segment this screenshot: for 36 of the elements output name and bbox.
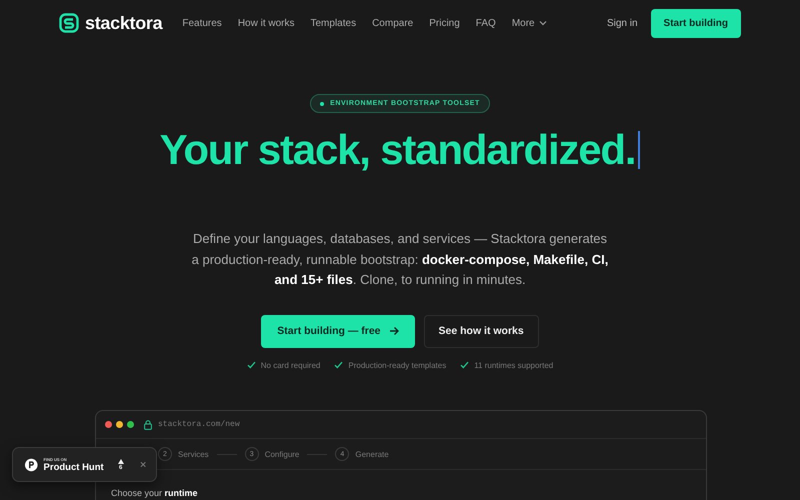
nav-link[interactable]: Features — [182, 18, 222, 28]
check-icon — [334, 361, 344, 369]
nav-link[interactable]: Pricing — [429, 18, 460, 28]
headline: Your stack, standardized. — [160, 125, 636, 175]
check-icon — [246, 361, 256, 369]
primary-button[interactable]: Start building — free — [261, 314, 415, 348]
nav-link[interactable]: Compare — [372, 18, 414, 28]
step-label[interactable]: Generate — [355, 450, 389, 458]
description: Define your languages, databases, and services — Stacktora generates a production-ready, runnable bootstrap: docker-compose, Makefile, CI, and 15+ files. Clone, to running in minutes. — [190, 230, 610, 289]
brand-name[interactable]: stacktora — [85, 12, 162, 34]
check-label: 11 runtimes supported — [474, 360, 554, 370]
check-label: Production-ready templates — [348, 360, 446, 370]
product-hunt-logo-icon — [25, 458, 38, 472]
section-heading: Choose your runtime — [111, 488, 198, 499]
step-label[interactable]: Configure — [264, 450, 300, 458]
check-icon — [460, 361, 470, 369]
close-dot — [105, 421, 112, 428]
close-icon[interactable] — [140, 461, 146, 468]
logo-icon — [59, 13, 79, 33]
sign-in-link[interactable]: Sign in — [606, 18, 638, 28]
nav-link[interactable]: How it works — [238, 18, 294, 28]
chevron-icon — [538, 20, 547, 26]
start-building-button[interactable]: Start building — [650, 8, 741, 38]
zoom-dot — [127, 421, 134, 428]
secondary-button[interactable]: See how it works — [424, 314, 539, 348]
nav-link[interactable]: FAQ — [476, 18, 496, 28]
url-text: stacktora.com/new — [158, 420, 240, 429]
nav-link[interactable]: Templates — [310, 18, 356, 28]
check-label: No card required — [260, 360, 320, 370]
upvote-icon — [118, 458, 124, 464]
minimize-dot — [116, 421, 123, 428]
nav-dropdown[interactable]: More — [512, 18, 547, 28]
step-label[interactable]: Services — [178, 450, 209, 458]
lock-icon — [144, 420, 152, 430]
product-hunt-name: Product Hunt — [44, 462, 104, 472]
arrow-icon — [388, 326, 399, 336]
